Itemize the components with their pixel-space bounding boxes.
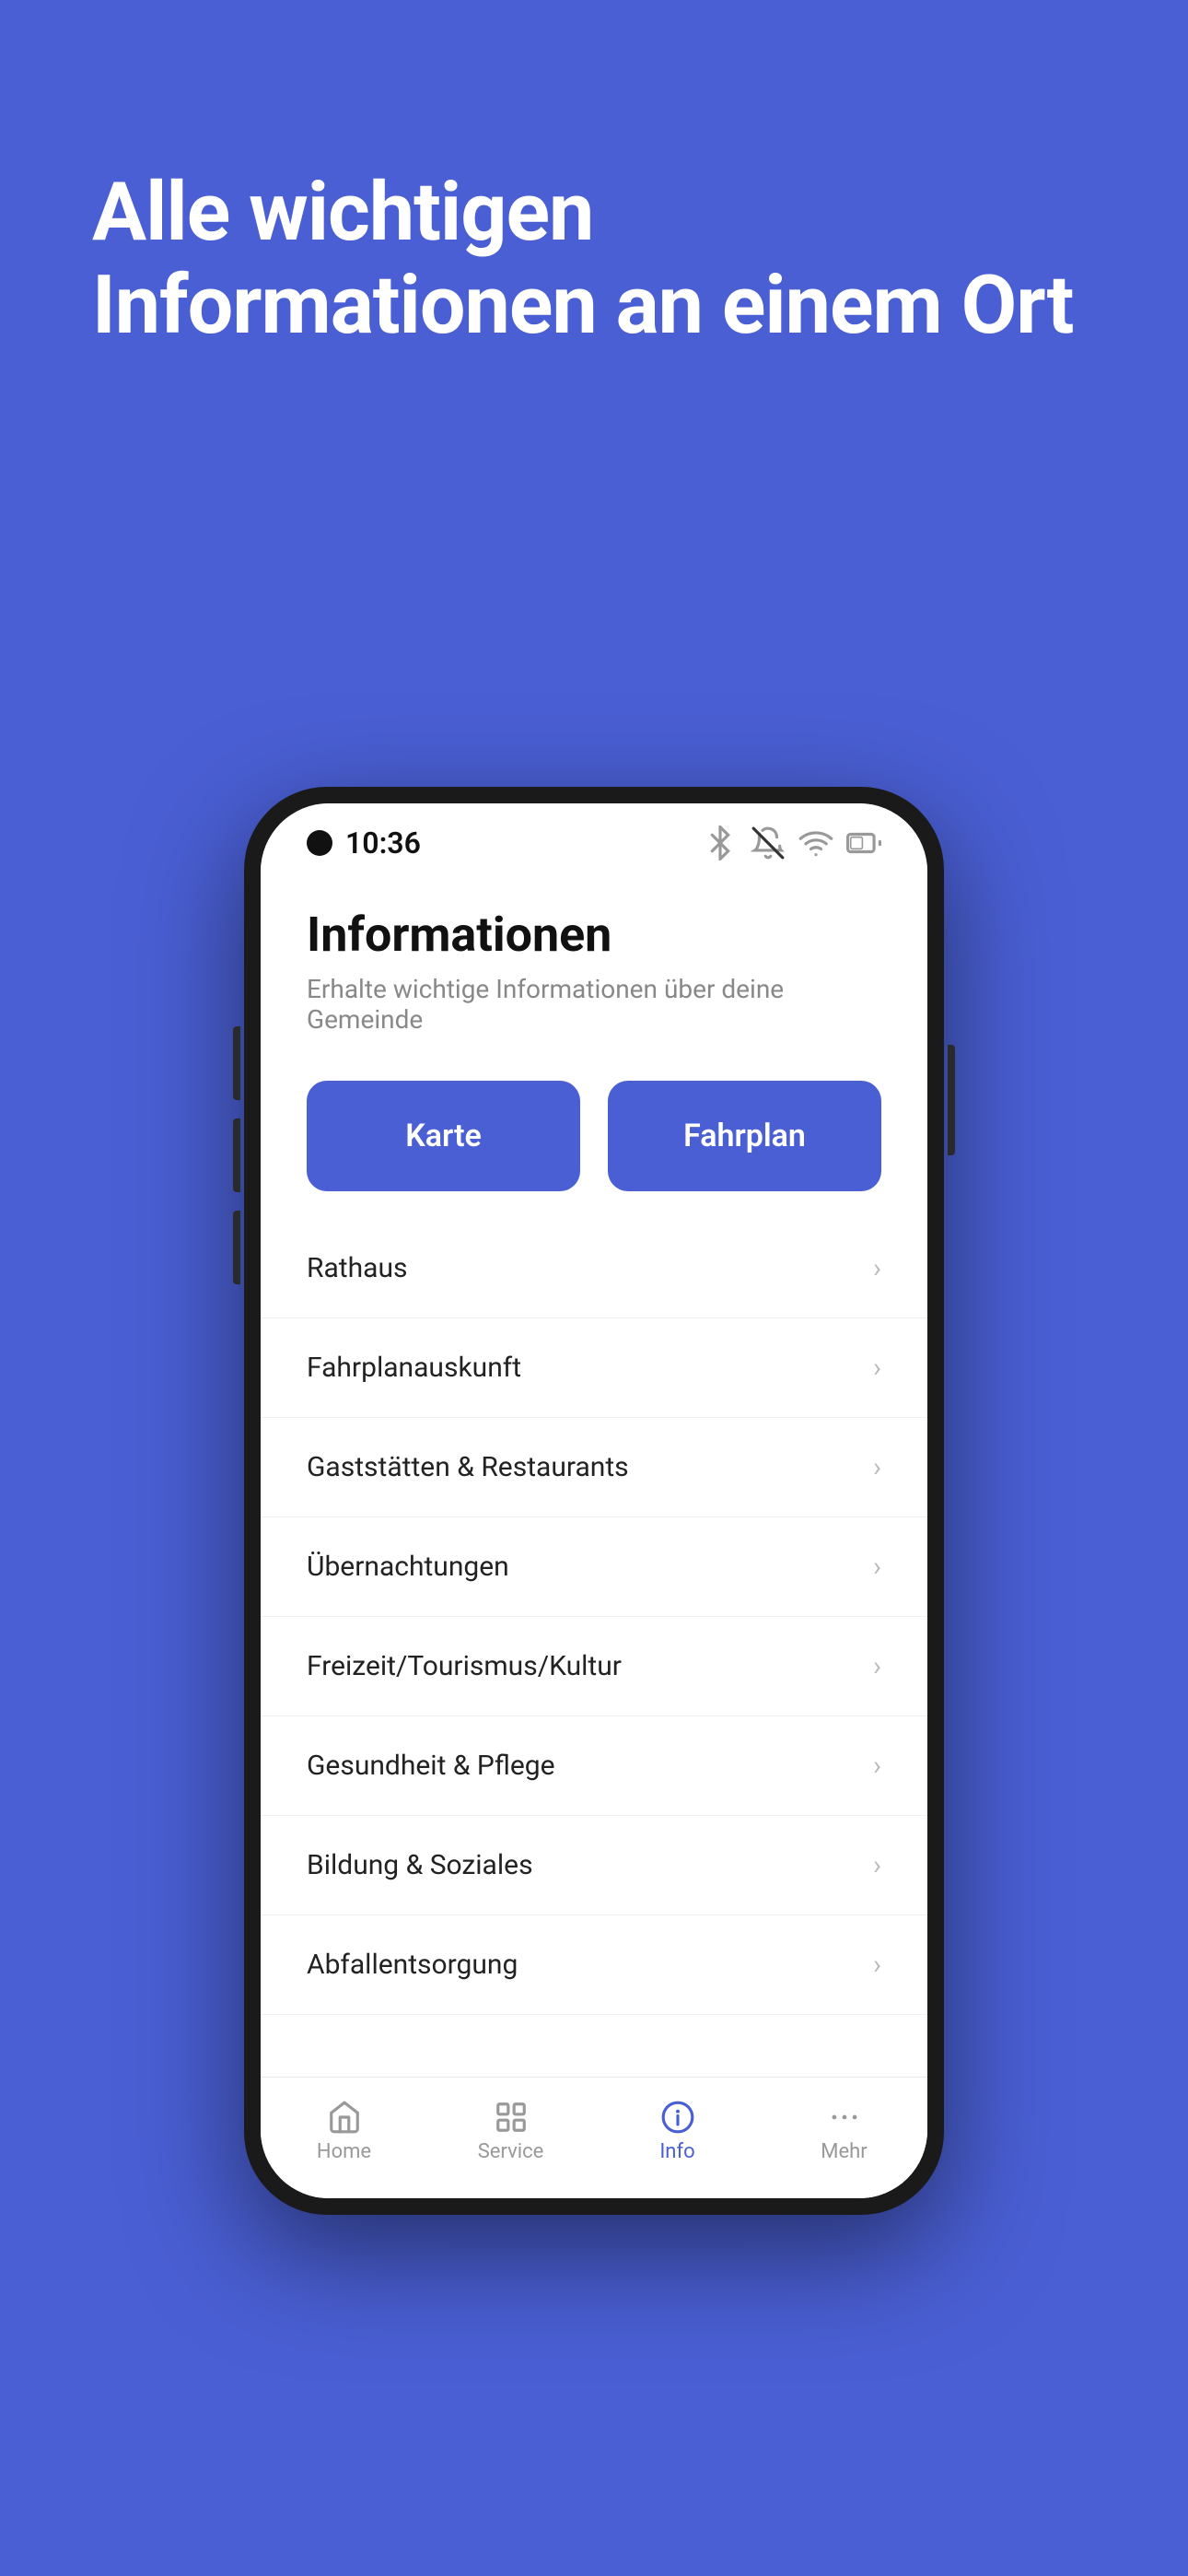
menu-item-abfall[interactable]: Abfallentsorgung › [261,1915,927,2015]
bluetooth-icon [703,825,738,861]
front-camera [307,830,332,856]
nav-home[interactable]: Home [261,2092,427,2171]
fahrplan-label: Fahrplan [683,1118,806,1154]
menu-label-bildung: Bildung & Soziales [307,1849,533,1881]
status-icons [703,825,881,861]
status-time: 10:36 [307,825,421,861]
chevron-right-icon: › [873,1451,881,1483]
menu-label-gaststaetten: Gaststätten & Restaurants [307,1451,629,1483]
battery-icon [846,825,881,861]
nav-service-label: Service [478,2140,544,2163]
chevron-right-icon: › [873,1949,881,1981]
notification-off-icon [751,825,786,861]
quick-buttons: Karte Fahrplan [261,1053,927,1210]
menu-label-uebernachtungen: Übernachtungen [307,1551,509,1583]
volume-down-button [233,1211,240,1284]
chevron-right-icon: › [873,1252,881,1284]
menu-label-fahrplanauskunft: Fahrplanauskunft [307,1352,521,1384]
chevron-right-icon: › [873,1352,881,1384]
menu-label-gesundheit: Gesundheit & Pflege [307,1750,555,1782]
menu-item-bildung[interactable]: Bildung & Soziales › [261,1816,927,1915]
menu-list: Rathaus › Fahrplanauskunft › Gaststätten… [261,1210,927,2077]
menu-item-gaststaetten[interactable]: Gaststätten & Restaurants › [261,1418,927,1517]
nav-info-label: Info [659,2140,694,2163]
menu-item-gesundheit[interactable]: Gesundheit & Pflege › [261,1716,927,1816]
wifi-icon [798,825,833,861]
info-circle-icon [660,2100,695,2135]
hero-title: Alle wichtigen Informationen an einem Or… [92,166,1096,352]
more-icon [827,2100,862,2135]
home-icon [327,2100,362,2135]
menu-item-rathaus[interactable]: Rathaus › [261,1219,927,1318]
menu-item-uebernachtungen[interactable]: Übernachtungen › [261,1517,927,1617]
app-subtitle: Erhalte wichtige Informationen über dein… [307,974,881,1035]
status-bar: 10:36 [261,803,927,870]
karte-label: Karte [405,1118,482,1154]
bottom-nav: Home Service [261,2077,927,2198]
volume-up-button [233,1118,240,1192]
chevron-right-icon: › [873,1551,881,1583]
app-title: Informationen [307,907,881,963]
app-header: Informationen Erhalte wichtige Informati… [261,870,927,1053]
menu-label-rathaus: Rathaus [307,1252,407,1284]
menu-label-freizeit: Freizeit/Tourismus/Kultur [307,1650,622,1682]
fahrplan-button[interactable]: Fahrplan [608,1081,881,1191]
menu-item-freizeit[interactable]: Freizeit/Tourismus/Kultur › [261,1617,927,1716]
phone-body: 10:36 [244,787,944,2215]
nav-mehr-label: Mehr [821,2140,867,2163]
phone-screen: 10:36 [261,803,927,2198]
nav-mehr[interactable]: Mehr [761,2092,927,2171]
chevron-right-icon: › [873,1849,881,1881]
karte-button[interactable]: Karte [307,1081,580,1191]
chevron-right-icon: › [873,1650,881,1682]
phone-mockup: 10:36 [244,426,944,2576]
app-content: Informationen Erhalte wichtige Informati… [261,870,927,2198]
nav-info[interactable]: Info [594,2092,761,2171]
menu-item-fahrplanauskunft[interactable]: Fahrplanauskunft › [261,1318,927,1418]
hero-section: Alle wichtigen Informationen an einem Or… [0,0,1188,407]
nav-service[interactable]: Service [427,2092,594,2171]
chevron-right-icon: › [873,1750,881,1782]
nav-home-label: Home [317,2140,371,2163]
menu-label-abfall: Abfallentsorgung [307,1949,518,1981]
grid-icon [494,2100,529,2135]
